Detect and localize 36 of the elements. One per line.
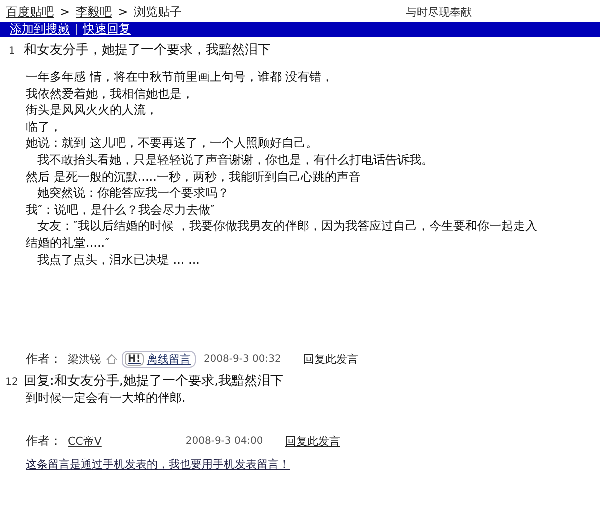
author-name[interactable]: CC帝V — [68, 434, 102, 450]
post-text-line: 我点了点头，泪水已决堤 ... ... — [36, 252, 201, 268]
slogan: 与时尽现奉献 — [406, 4, 472, 20]
author-label: 作者： — [26, 350, 62, 368]
author-label: 作者： — [26, 433, 62, 450]
post-text-line: 到时候一定会有一大堆的伴郎. — [26, 390, 187, 407]
mobile-post-link[interactable]: 这条留言是通过手机发表的，我也要用手机发表留言！ — [0, 456, 600, 472]
post-text-line: 临了， — [26, 118, 63, 136]
toolbar-link[interactable]: 快速回复 — [83, 21, 131, 38]
house-icon[interactable] — [106, 354, 118, 365]
post-text-line: 一年多年感 情，将在中秋节前里画上句号，谁都 没有错， — [26, 69, 335, 86]
author-name: 梁洪锐 — [68, 352, 101, 367]
post-text-line: 她说：就到 这儿吧，不要再送了，一个人照顾好自己。 — [26, 135, 319, 152]
post-date: 2008-9-3 00:32 — [204, 354, 282, 365]
breadcrumb-link[interactable]: 李毅吧 — [76, 4, 112, 20]
reply-link[interactable]: 回复此发言 — [303, 352, 358, 367]
offline-message-link[interactable]: H! 离线留言 — [122, 350, 196, 368]
breadcrumb-current: 浏览贴子 — [134, 4, 182, 20]
post-text-line: 然后 是死一般的沉默.....一秒，两秒，我能听到自己心跳的声音 — [26, 168, 362, 186]
breadcrumb-separator: > — [118, 5, 128, 19]
post-text-line: 女友：″我以后结婚的时候 ，我要你做我男友的伴郎，因为我答应过自己，今生要和你一起走入 — [36, 218, 539, 235]
reply-link[interactable]: 回复此发言 — [285, 434, 340, 450]
breadcrumb-separator: > — [60, 5, 70, 19]
post-number: 1 — [8, 46, 16, 57]
post-text-line: 结婚的礼堂.....″ — [26, 234, 111, 252]
post-text-line: 我″：说吧，是什么？我会尽力去做″ — [26, 202, 216, 218]
post-text-line: 街头是风风火火的人流， — [26, 102, 159, 119]
post-text-line: 我依然爱着她，我相信她也是， — [26, 86, 195, 102]
post-title: 和女友分手，她提了一个要求，我黯然泪下 — [24, 42, 271, 59]
toolbar-link[interactable]: 添加到搜藏 — [10, 21, 70, 38]
breadcrumb-link[interactable]: 百度贴吧 — [6, 4, 54, 20]
post-number: 12 — [4, 377, 20, 388]
post-text-line: 她突然说：你能答应我一个要求吗？ — [36, 185, 230, 202]
post-title: 回复:和女友分手,她提了一个要求,我黯然泪下 — [24, 373, 284, 390]
post-date: 2008-9-3 04:00 — [186, 436, 264, 448]
post-text-line: 我不敢抬头看她，只是轻轻说了声音谢谢，你也是，有什么打电话告诉我。 — [36, 152, 434, 169]
